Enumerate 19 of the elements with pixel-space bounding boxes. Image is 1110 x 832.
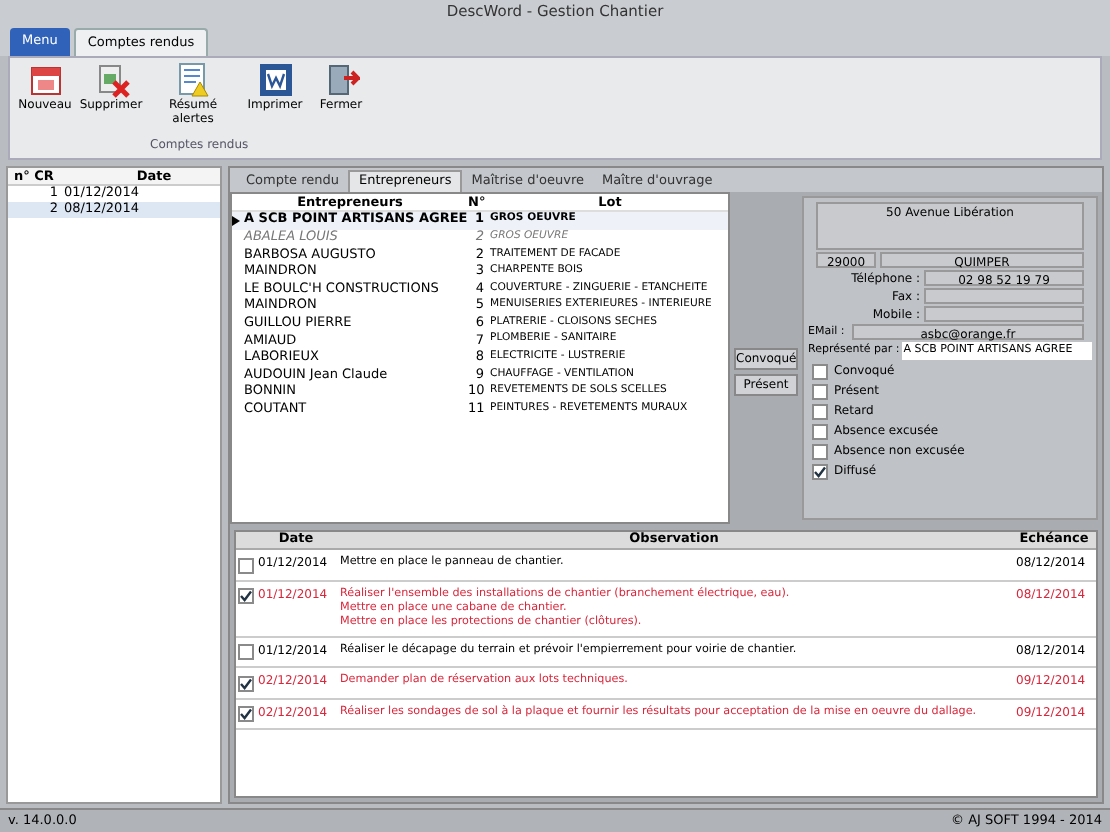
row-pointer-icon bbox=[232, 215, 240, 226]
checkbox[interactable] bbox=[238, 675, 254, 691]
word-document-icon bbox=[257, 62, 293, 98]
document-cross-icon bbox=[93, 62, 129, 98]
list-warning-icon bbox=[175, 62, 211, 98]
checkbox[interactable] bbox=[812, 443, 828, 459]
input-field[interactable] bbox=[924, 306, 1084, 322]
checkbox[interactable] bbox=[812, 363, 828, 379]
checkbox[interactable] bbox=[812, 403, 828, 419]
checkbox[interactable] bbox=[238, 557, 254, 573]
checkbox[interactable] bbox=[238, 588, 254, 604]
checkbox[interactable] bbox=[812, 383, 828, 399]
checkbox[interactable] bbox=[238, 644, 254, 660]
checkbox[interactable] bbox=[812, 463, 828, 479]
calendar-icon bbox=[27, 62, 63, 98]
input-field[interactable] bbox=[924, 288, 1084, 304]
checkbox[interactable] bbox=[812, 423, 828, 439]
door-exit-icon bbox=[323, 62, 359, 98]
checkbox[interactable] bbox=[238, 706, 254, 722]
